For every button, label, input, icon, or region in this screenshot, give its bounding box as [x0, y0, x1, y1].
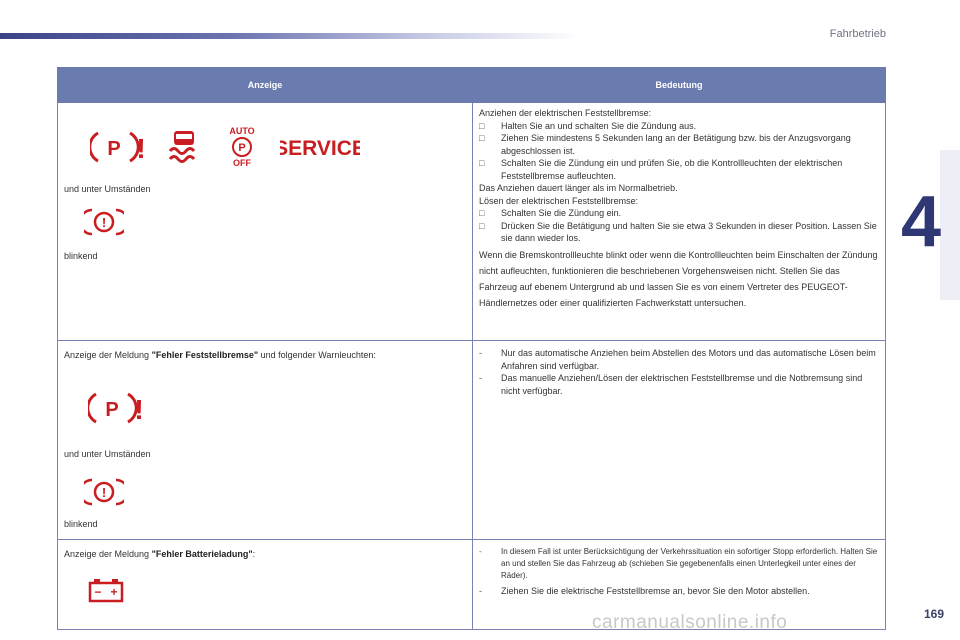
under-circumstances-text: und unter Umständen	[64, 448, 151, 459]
table-row: P ! AUTO P OFF SERVICE und unter Umständ…	[57, 102, 886, 341]
header-display: Anzeige	[57, 67, 473, 103]
header-gradient-bar	[0, 33, 580, 39]
intro-text: Anziehen der elektrischen Feststellbrems…	[479, 108, 652, 118]
service-icon: SERVICE	[280, 137, 360, 160]
parking-brake-warning-icon: P !	[88, 392, 144, 425]
table-row: Anzeige der Meldung "Fehler Feststellbre…	[57, 340, 886, 540]
header-meaning: Bedeutung	[472, 67, 886, 103]
row2-icon-1: P !	[88, 388, 466, 428]
svg-text:P: P	[238, 142, 245, 154]
svg-text:!: !	[102, 485, 106, 500]
row2-message-text: Anzeige der Meldung "Fehler Feststellbre…	[64, 350, 376, 360]
svg-text:OFF: OFF	[233, 158, 251, 168]
row2-meaning-cell: - Nur das automatische Anziehen beim Abst…	[472, 340, 886, 540]
row2-display-cell: Anzeige der Meldung "Fehler Feststellbre…	[57, 340, 473, 540]
list-item: - Das manuelle Anziehen/Lösen der elektri…	[479, 373, 863, 396]
svg-text:!: !	[134, 394, 143, 425]
svg-text:!: !	[102, 215, 106, 230]
svg-text:P: P	[105, 399, 118, 421]
row1-meaning-cell: Anziehen der elektrischen Feststellbrems…	[472, 102, 886, 341]
list-item: - Nur das automatische Anziehen beim Abst…	[479, 348, 876, 371]
row3-icon: − +	[86, 570, 466, 610]
blinking-text: blinkend	[64, 519, 98, 529]
mid-text-1: Das Anziehen dauert länger als im Normal…	[479, 183, 678, 193]
parking-brake-warning-icon: P !	[90, 131, 146, 164]
blinking-text: blinkend	[64, 250, 98, 261]
list-item: □ Schalten Sie die Zündung ein und prüfen…	[479, 158, 843, 181]
svg-text:+: +	[110, 585, 117, 599]
list-item: □ Schalten Sie die Zündung ein.	[479, 208, 622, 218]
paragraph-text: Wenn die Bremskontrollleuchte blinkt ode…	[479, 249, 878, 308]
battery-charge-icon: − +	[88, 579, 124, 603]
svg-text:!: !	[136, 133, 145, 164]
row3-message-text: Anzeige der Meldung "Fehler Batterieladu…	[64, 548, 256, 559]
auto-parking-off-icon: AUTO P OFF	[229, 126, 254, 168]
brake-failure-icon: !	[84, 208, 124, 235]
svg-text:P: P	[107, 138, 120, 160]
list-item: □ Ziehen Sie mindestens 5 Sekunden lang a…	[479, 133, 851, 156]
svg-text:SERVICE: SERVICE	[280, 137, 360, 160]
row1-display-cell: P ! AUTO P OFF SERVICE und unter Umständ…	[57, 102, 473, 341]
under-circumstances-text: und unter Umständen	[64, 184, 151, 194]
watermark: carmanualsonline.info	[592, 612, 788, 633]
svg-text:−: −	[94, 585, 101, 599]
row3-display-cell: Anzeige der Meldung "Fehler Batterieladu…	[57, 538, 473, 630]
row2-icon-2: !	[84, 472, 466, 512]
list-item: □ Drücken Sie die Betätigung und halten S…	[479, 220, 877, 244]
stability-control-icon	[168, 131, 196, 163]
row1-icons: P ! AUTO P OFF SERVICE	[90, 119, 466, 175]
list-item: □ Halten Sie an und schalten Sie die Zünd…	[479, 120, 697, 131]
list-item: - Ziehen Sie die elektrische Feststellbre…	[479, 585, 810, 596]
list-item: - In diesem Fall ist unter Berücksichtigu…	[479, 546, 878, 580]
chapter-number: 4	[900, 182, 942, 262]
brake-failure-icon: !	[84, 478, 124, 506]
row1-single-icon: !	[84, 202, 466, 242]
section-title: Fahrbetrieb	[829, 28, 886, 40]
mid-text-2: Lösen der elektrischen Feststellbremse:	[479, 195, 639, 206]
warning-table: Anzeige Bedeutung P ! AUTO P OFF SERVICE…	[57, 67, 886, 630]
page-number: 169	[923, 607, 944, 621]
svg-text:AUTO: AUTO	[229, 126, 254, 136]
